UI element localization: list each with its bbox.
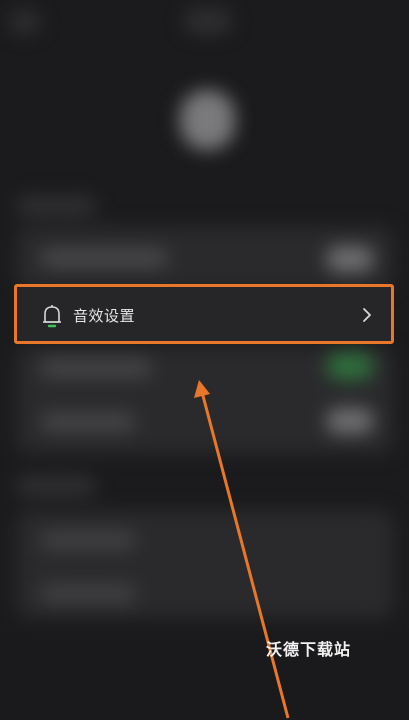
toggle-switch[interactable]: [326, 246, 374, 272]
toggle-switch-on[interactable]: [326, 352, 374, 380]
section-label-blurred: [16, 476, 96, 496]
device-image: [180, 90, 235, 150]
blurred-background: [0, 0, 409, 720]
setting-label-blurred: [40, 584, 136, 604]
screen: 音效设置 沃德下载站: [0, 0, 409, 720]
section-label-blurred: [16, 196, 96, 216]
sound-settings-label: 音效设置: [73, 307, 136, 325]
chevron-right-icon: [363, 308, 371, 322]
setting-label-blurred: [40, 248, 168, 268]
bell-icon: [43, 305, 61, 328]
setting-label-blurred: [40, 530, 136, 550]
toggle-switch[interactable]: [326, 408, 374, 434]
setting-label-blurred: [40, 358, 152, 378]
setting-label-blurred: [40, 412, 136, 432]
page-title-blurred: [185, 8, 231, 34]
sound-settings-row[interactable]: 音效设置: [14, 284, 394, 344]
watermark-text: 沃德下载站: [266, 640, 352, 659]
back-button-blurred[interactable]: [10, 10, 40, 34]
